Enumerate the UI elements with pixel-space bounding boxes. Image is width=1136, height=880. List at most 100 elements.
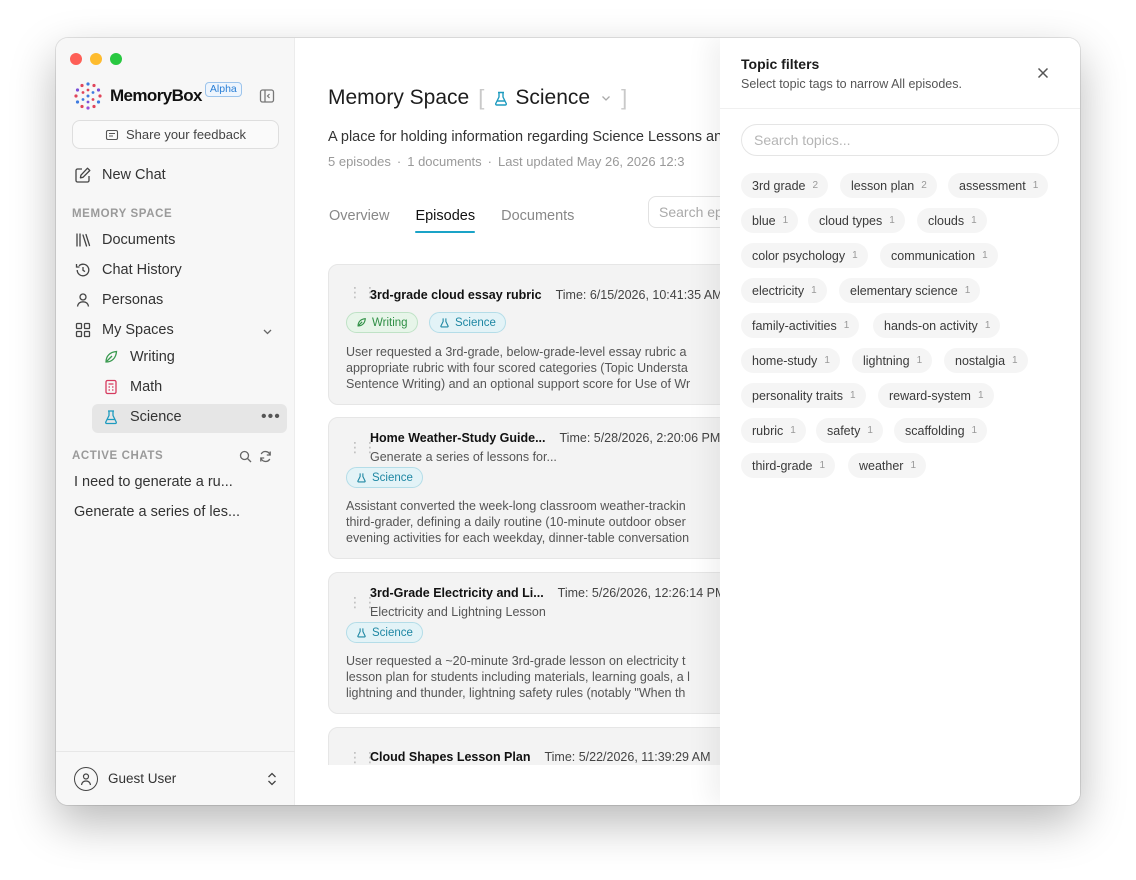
new-chat-button[interactable]: New Chat [74,166,166,184]
app-window: MemoryBox Alpha Share your feedback New … [56,38,1080,805]
tab-episodes[interactable]: Episodes [415,208,475,233]
topic-chip[interactable]: color psychology 1 [741,243,868,268]
feedback-icon [105,129,119,140]
tag-science-label: Science [372,626,413,639]
tag-science[interactable]: Science [346,467,423,488]
topic-chip[interactable]: 3rd grade 2 [741,173,829,198]
topic-chip[interactable]: third-grade 1 [741,453,836,478]
tag-science[interactable]: Science [346,622,423,643]
episode-summary: User requested a ~20-minute 3rd-grade le… [346,654,690,700]
user-menu[interactable]: Guest User [56,751,295,805]
topic-chip[interactable]: elementary science 1 [839,278,981,303]
close-window-button[interactable] [70,53,82,65]
sidebar-item-documents[interactable]: Documents [74,231,175,249]
user-name: Guest User [108,771,177,786]
topic-chip[interactable]: lesson plan 2 [840,173,937,198]
refresh-icon[interactable] [259,450,272,463]
books-icon [76,233,91,247]
history-icon [75,263,90,277]
sidebar-item-my-spaces-label: My Spaces [102,322,174,338]
memory-space-section-label: MEMORY SPACE [72,208,173,220]
flask-icon [357,473,366,483]
search-icon[interactable] [239,450,252,463]
space-item-math-label: Math [130,379,163,395]
topic-chip[interactable]: assessment 1 [948,173,1049,198]
brand: MemoryBox Alpha [72,79,242,113]
topic-chip[interactable]: home-study 1 [741,348,840,373]
compose-icon [75,167,91,183]
minimize-window-button[interactable] [90,53,102,65]
grid-icon [75,322,91,338]
sidebar-item-personas-label: Personas [102,292,164,308]
episode-card[interactable]: ⋮⋮ Cloud Shapes Lesson Plan Time: 5/22/20… [328,727,748,765]
alpha-badge: Alpha [204,81,242,97]
bracket-right: ] [621,85,628,110]
divider [720,108,1080,109]
topic-chip[interactable]: lightning 1 [852,348,933,373]
space-item-math[interactable]: Math [103,379,162,395]
avatar [74,766,98,791]
document-count: 1 documents [407,154,482,169]
tag-writing-label: Writing [372,316,408,329]
topic-chip[interactable]: personality traits 1 [741,383,866,408]
flask-icon [105,410,117,425]
topic-chip[interactable]: communication 1 [880,243,998,268]
space-selector[interactable]: Science [515,86,590,110]
user-icon [80,772,92,785]
space-meta: 5 episodes · 1 documents · Last updated May … [328,154,685,169]
tab-documents[interactable]: Documents [501,208,574,224]
flask-icon [440,318,449,328]
topic-search-input[interactable]: Search topics... [741,124,1059,156]
space-item-science[interactable]: Science [103,409,182,425]
active-chat-item[interactable]: Generate a series of les... [74,504,240,520]
episode-card[interactable]: ⋮⋮ 3rd-grade cloud essay rubric Time: 6/1… [328,264,748,405]
episode-title: 3rd-Grade Electricity and Li... Time: 5/2… [370,586,726,600]
sidebar-item-my-spaces[interactable]: My Spaces [74,321,174,339]
topic-chip[interactable]: family-activities 1 [741,313,860,338]
last-updated: Last updated May 26, 2026 12:3 [498,154,685,169]
chevron-down-icon[interactable] [262,326,273,337]
close-icon[interactable] [1036,66,1050,80]
episode-summary: User requested a 3rd-grade, below-grade-… [346,345,691,391]
topic-chip[interactable]: nostalgia 1 [944,348,1028,373]
episode-card[interactable]: ⋮⋮ 3rd-Grade Electricity and Li... Time: … [328,572,748,714]
space-item-writing[interactable]: Writing [103,349,175,365]
topic-chip[interactable]: weather 1 [848,453,927,478]
person-icon [76,293,90,307]
active-chat-item[interactable]: I need to generate a ru... [74,474,233,490]
episode-time: Time: 5/26/2026, 12:26:14 PM [557,586,726,600]
topic-chip[interactable]: reward-system 1 [878,383,994,408]
topic-chip[interactable]: hands-on activity 1 [873,313,1001,338]
topic-chip[interactable]: clouds 1 [917,208,987,233]
share-feedback-button[interactable]: Share your feedback [72,120,279,149]
sidebar-item-chat-history[interactable]: Chat History [74,261,182,279]
topic-filters-panel: Topic filters Select topic tags to narro… [720,38,1080,805]
episode-subtitle: Generate a series of lessons for... [370,450,557,464]
tag-science[interactable]: Science [429,312,506,333]
bracket-left: [ [478,85,485,110]
more-options-icon[interactable]: ••• [261,408,281,426]
topic-chip[interactable]: safety 1 [816,418,883,443]
space-description: A place for holding information regardin… [328,129,723,145]
chevron-down-icon[interactable] [600,92,612,104]
tab-bar: Overview Episodes Documents [329,208,574,233]
tag-writing[interactable]: Writing [346,312,418,333]
tag-science-label: Science [372,471,413,484]
memorybox-logo-icon [74,82,102,110]
collapse-sidebar-icon[interactable] [259,88,275,104]
share-feedback-label: Share your feedback [126,127,246,142]
topic-chip[interactable]: cloud types 1 [808,208,905,233]
flask-icon [357,628,366,638]
episode-time: Time: 5/28/2026, 2:20:06 PM [559,431,721,445]
episode-card[interactable]: ⋮⋮ Home Weather-Study Guide... Time: 5/28… [328,417,748,559]
sidebar-item-personas[interactable]: Personas [74,291,163,309]
tab-overview[interactable]: Overview [329,208,389,224]
episode-title: 3rd-grade cloud essay rubric Time: 6/15/2… [370,288,723,302]
topic-chip[interactable]: scaffolding 1 [894,418,988,443]
topic-chip[interactable]: rubric 1 [741,418,806,443]
topic-chip[interactable]: electricity 1 [741,278,827,303]
topic-chip[interactable]: blue 1 [741,208,799,233]
zoom-window-button[interactable] [110,53,122,65]
episode-count: 5 episodes [328,154,391,169]
flask-icon [495,91,508,106]
